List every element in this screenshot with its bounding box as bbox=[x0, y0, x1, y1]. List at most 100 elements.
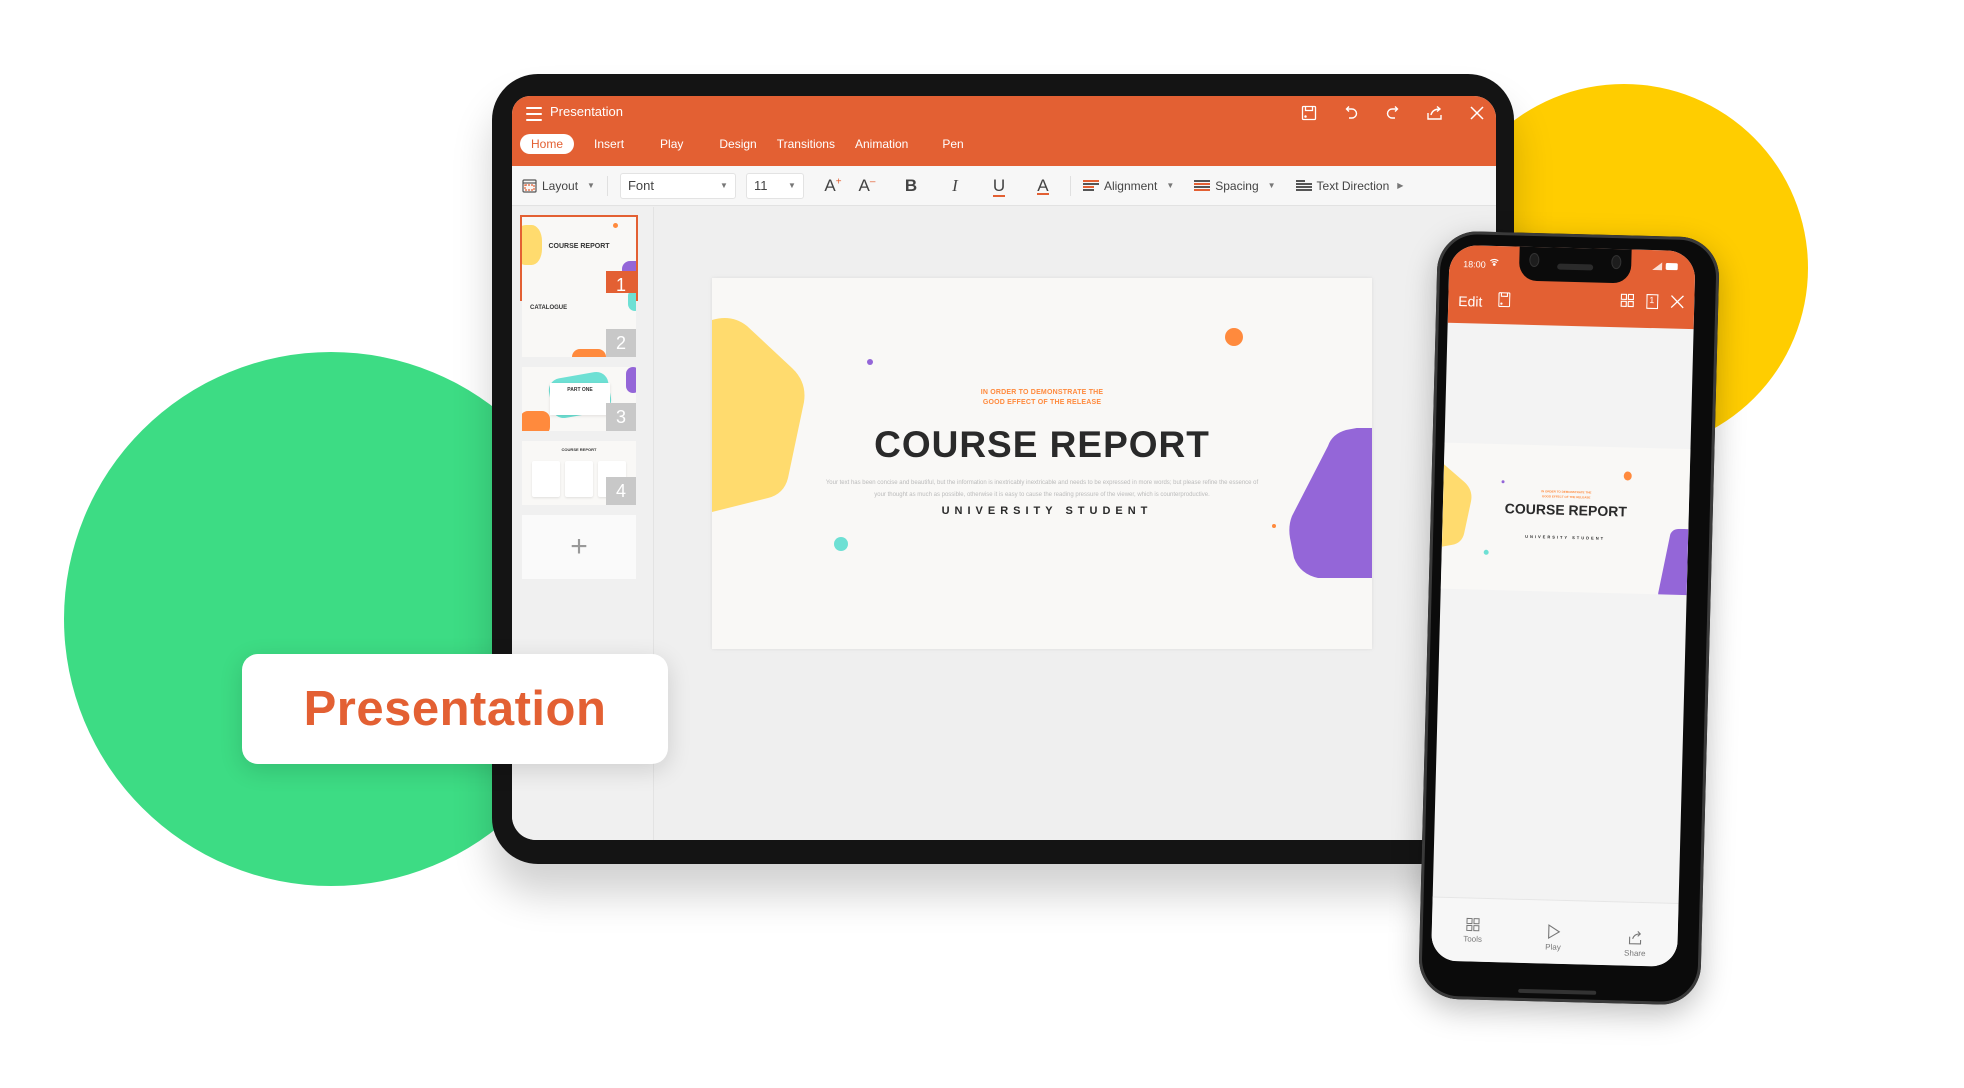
text-direction-icon bbox=[1295, 179, 1312, 192]
phone-header-actions: 1 bbox=[1620, 293, 1685, 315]
slide-number: 2 bbox=[606, 329, 636, 357]
close-icon[interactable] bbox=[1670, 295, 1685, 315]
share-icon bbox=[1628, 930, 1641, 945]
ribbon-tabs: Home Insert Play Design Transitions Anim… bbox=[520, 134, 980, 154]
phone-slide-preview[interactable]: IN ORDER TO DEMONSTRATE THE GOOD EFFECT … bbox=[1440, 442, 1691, 596]
share-button[interactable]: Share bbox=[1624, 929, 1646, 958]
chevron-down-icon: ▼ bbox=[720, 181, 728, 190]
chevron-down-icon: ▼ bbox=[1166, 181, 1175, 190]
tab-animation[interactable]: Animation bbox=[845, 134, 918, 154]
play-icon bbox=[1547, 923, 1560, 939]
text-direction-button[interactable]: Text Direction bbox=[1295, 178, 1390, 193]
slide-number: 4 bbox=[606, 477, 636, 505]
card-shape bbox=[565, 461, 593, 497]
chevron-down-icon: ▼ bbox=[587, 181, 595, 190]
purple-dot bbox=[867, 359, 873, 365]
font-value: Font bbox=[627, 178, 654, 193]
alignment-dropdown[interactable]: Alignment ▼ bbox=[1082, 178, 1175, 193]
kicker-line-1: IN ORDER TO DEMONSTRATE THE bbox=[980, 389, 1104, 396]
slide-body-text[interactable]: Your text has been concise and beautiful… bbox=[822, 477, 1262, 501]
orange-dot bbox=[1623, 471, 1632, 481]
increase-font-icon: A bbox=[824, 175, 836, 195]
spacing-dropdown[interactable]: Spacing ▼ bbox=[1194, 179, 1276, 193]
toolbar-divider bbox=[606, 175, 608, 196]
page-icon[interactable]: 1 bbox=[1646, 293, 1659, 314]
edit-button[interactable]: Edit bbox=[1458, 293, 1483, 310]
slide-title[interactable]: COURSE REPORT bbox=[712, 424, 1372, 466]
app-title: Presentation bbox=[550, 104, 623, 119]
menu-icon[interactable] bbox=[526, 107, 542, 121]
font-color-button[interactable]: A bbox=[1028, 176, 1058, 196]
tab-play[interactable]: Play bbox=[650, 134, 693, 154]
font-select[interactable]: Font ▼ bbox=[619, 172, 736, 199]
phone-bottom-bar: Tools Play Share bbox=[1430, 896, 1679, 967]
orange-shape bbox=[572, 349, 606, 357]
underline-button[interactable]: U bbox=[984, 175, 1014, 197]
orange-dot bbox=[613, 223, 618, 228]
tab-design[interactable]: Design bbox=[709, 134, 766, 154]
title-bar: Presentation Home Insert Play Design Tra… bbox=[512, 96, 1496, 166]
thumbnail-title: COURSE REPORT bbox=[548, 243, 610, 250]
increase-font-button[interactable]: A+ bbox=[818, 176, 848, 196]
feature-label-card: Presentation bbox=[242, 654, 668, 764]
slide-subtitle[interactable]: UNIVERSITY STUDENT bbox=[712, 505, 1372, 517]
tab-transitions[interactable]: Transitions bbox=[767, 134, 845, 154]
underline-icon: U bbox=[992, 175, 1006, 197]
teal-dot bbox=[834, 537, 848, 551]
slide-thumbnail-1[interactable]: COURSE REPORT 1 bbox=[520, 215, 638, 301]
chevron-right-icon[interactable]: ▶ bbox=[1397, 181, 1403, 190]
save-icon[interactable] bbox=[1296, 100, 1322, 126]
phone-notch bbox=[1518, 244, 1632, 284]
tab-home[interactable]: Home bbox=[520, 134, 575, 154]
add-slide-button[interactable]: + bbox=[522, 515, 636, 579]
phone-slide-subtitle: UNIVERSITY STUDENT bbox=[1525, 533, 1606, 541]
signal-icon bbox=[1652, 262, 1663, 271]
tab-insert[interactable]: Insert bbox=[584, 134, 634, 154]
status-time: 18:00 bbox=[1463, 259, 1486, 270]
page-number: 1 bbox=[1649, 294, 1655, 306]
slide-thumbnail-3[interactable]: PART ONE 3 bbox=[522, 367, 636, 431]
feature-label: Presentation bbox=[303, 682, 607, 736]
slide-number: 3 bbox=[606, 403, 636, 431]
font-size-select[interactable]: 11 ▼ bbox=[745, 172, 804, 199]
purple-dot bbox=[1501, 480, 1505, 484]
thumbnail-title: COURSE REPORT bbox=[561, 447, 597, 452]
decrease-font-icon: A bbox=[858, 175, 870, 195]
teal-shape bbox=[628, 293, 636, 311]
grid-icon[interactable] bbox=[1620, 293, 1635, 313]
slide-thumbnail-2[interactable]: CATALOGUE 2 bbox=[522, 293, 636, 357]
layout-icon bbox=[522, 178, 537, 193]
yellow-shape bbox=[712, 318, 805, 512]
marketing-stage: Presentation Home Insert Play Design Tra… bbox=[0, 0, 1964, 1088]
decrease-font-button[interactable]: A– bbox=[852, 176, 882, 196]
play-button[interactable]: Play bbox=[1545, 923, 1561, 951]
wifi-icon bbox=[1489, 258, 1499, 268]
share-icon[interactable] bbox=[1422, 100, 1448, 126]
slide-canvas[interactable]: IN ORDER TO DEMONSTRATE THE GOOD EFFECT … bbox=[712, 278, 1372, 649]
orange-shape bbox=[522, 411, 550, 431]
formatting-toolbar: Layout ▼ Font ▼ 11 ▼ A+ A– B I U A Align… bbox=[512, 166, 1496, 206]
title-actions bbox=[1296, 100, 1490, 126]
text-direction-label: Text Direction bbox=[1316, 178, 1390, 193]
undo-icon[interactable] bbox=[1338, 100, 1364, 126]
layout-dropdown[interactable]: Layout ▼ bbox=[522, 179, 595, 193]
tools-label: Tools bbox=[1463, 933, 1483, 944]
thumbnail-title: PART ONE bbox=[567, 387, 593, 393]
alignment-label: Alignment bbox=[1103, 178, 1158, 193]
purple-shape bbox=[626, 367, 636, 393]
home-indicator bbox=[1518, 988, 1597, 995]
tools-button[interactable]: Tools bbox=[1463, 917, 1482, 943]
italic-button[interactable]: I bbox=[940, 176, 970, 196]
slide-thumbnail-4[interactable]: COURSE REPORT 4 bbox=[522, 441, 636, 505]
tab-pen[interactable]: Pen bbox=[932, 134, 973, 154]
save-icon[interactable] bbox=[1498, 292, 1511, 312]
layout-label: Layout bbox=[542, 178, 579, 193]
font-size-value: 11 bbox=[753, 178, 768, 193]
thumbnail-title: CATALOGUE bbox=[530, 305, 568, 311]
bold-button[interactable]: B bbox=[896, 176, 926, 196]
phone-screen: 18:00 Edit 1 IN ORDER TO DEMONSTRATE THE… bbox=[1430, 244, 1696, 967]
redo-icon[interactable] bbox=[1380, 100, 1406, 126]
grid-icon bbox=[1466, 917, 1480, 931]
phone-device: 18:00 Edit 1 IN ORDER TO DEMONSTRATE THE… bbox=[1417, 230, 1721, 1006]
close-icon[interactable] bbox=[1464, 100, 1490, 126]
